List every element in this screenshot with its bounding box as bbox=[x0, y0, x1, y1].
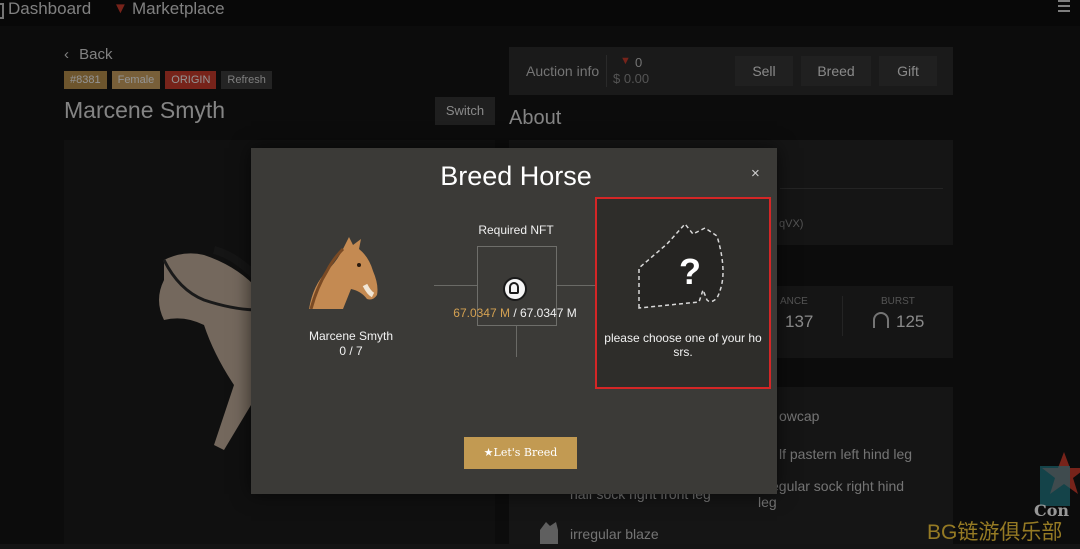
breed-count: 0 / 7 bbox=[339, 344, 363, 358]
horse-placeholder-icon: ? bbox=[637, 222, 727, 312]
connector-line-vertical bbox=[516, 325, 517, 357]
nft-amount-sep: / bbox=[509, 306, 520, 320]
selected-horse-name: Marcene Smyth bbox=[308, 329, 394, 343]
choose-horse-prompt: please choose one of your ho srs. bbox=[604, 331, 762, 359]
nft-amount-have: 67.0347 M bbox=[453, 306, 510, 320]
nft-amount-need: 67.0347 M bbox=[520, 306, 577, 320]
close-icon[interactable]: × bbox=[751, 165, 760, 182]
nft-amounts: 67.0347 M / 67.0347 M bbox=[440, 306, 590, 320]
horse-portrait[interactable] bbox=[307, 233, 383, 310]
modal-title: Breed Horse bbox=[440, 161, 592, 191]
svg-text:?: ? bbox=[679, 251, 701, 292]
required-nft-label: Required NFT bbox=[478, 223, 554, 237]
nft-token-inner-icon bbox=[509, 282, 519, 294]
lets-breed-button[interactable]: ★Let's Breed bbox=[464, 437, 577, 469]
